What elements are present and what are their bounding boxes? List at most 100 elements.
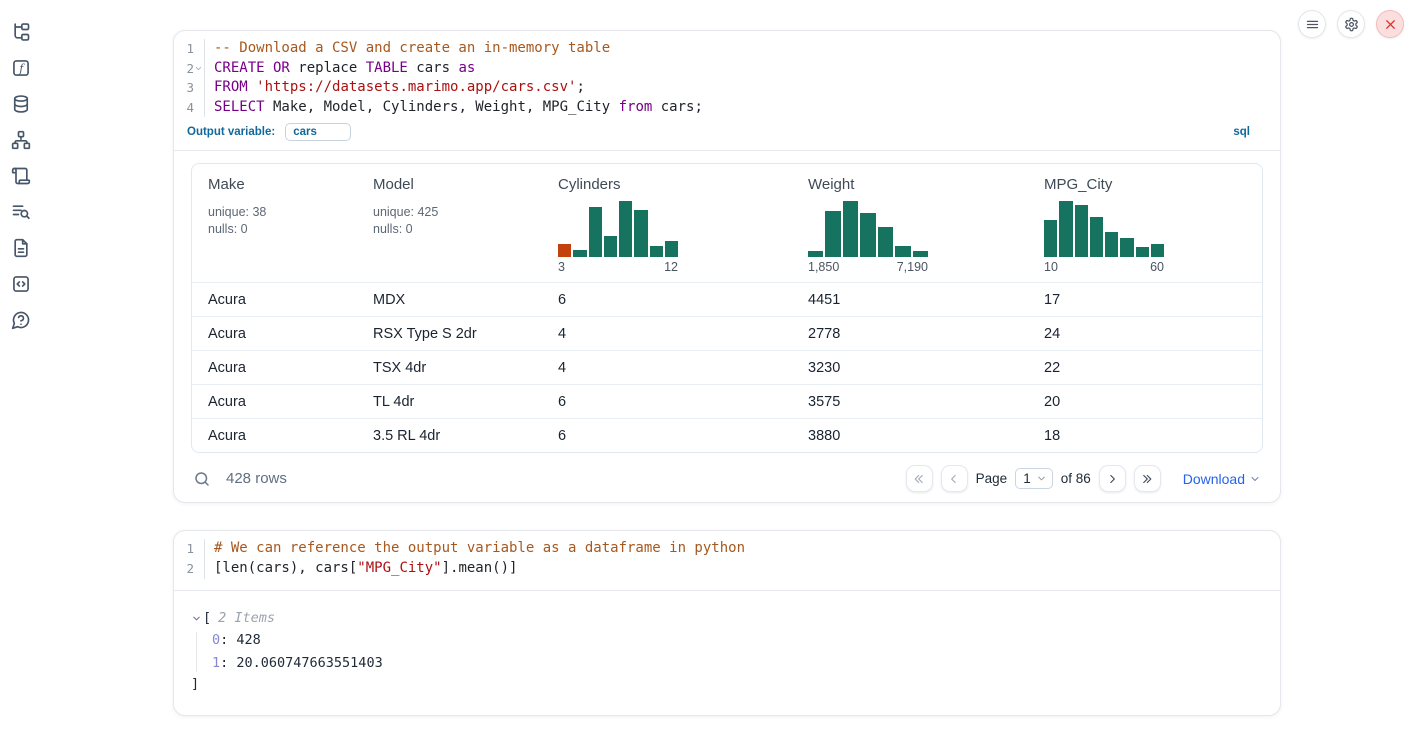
code-line: 2[len(cars), cars["MPG_City"].mean()] <box>174 559 1280 579</box>
histogram-bar <box>634 210 647 257</box>
menu-button[interactable] <box>1298 10 1326 38</box>
search-icon <box>193 470 211 488</box>
search-icon[interactable] <box>193 470 211 488</box>
snippets-icon <box>11 274 31 294</box>
histogram-bar <box>589 207 602 257</box>
line-number: 2 <box>174 59 205 79</box>
shutdown-icon <box>1383 17 1398 32</box>
fold-spacer <box>194 103 204 113</box>
histogram-bar <box>913 251 928 258</box>
column-stats: unique: 425nulls: 0 <box>373 204 542 238</box>
column-name: Cylinders <box>558 176 792 193</box>
download-button[interactable]: Download <box>1183 471 1261 487</box>
output-variable-input[interactable]: cars <box>285 123 351 141</box>
row-count: 428 rows <box>226 470 287 487</box>
table-cell: 3880 <box>792 428 1028 444</box>
data-table: Makeunique: 38nulls: 0 Model unique: 425nu… <box>191 163 1263 453</box>
dependency-graph-icon <box>11 130 31 150</box>
histogram-bar <box>1120 238 1133 257</box>
python-code-editor[interactable]: 1# We can reference the output variable … <box>174 531 1280 590</box>
histogram-bar <box>573 250 586 258</box>
functions-icon: f <box>11 58 31 78</box>
line-number: 2 <box>174 559 205 579</box>
column-stats: unique: 38nulls: 0 <box>208 204 357 238</box>
code-text: -- Download a CSV and create an in-memor… <box>205 39 610 59</box>
column-name: Model <box>373 176 542 193</box>
sidebar-item-dependency-graph[interactable] <box>11 130 31 150</box>
page-select[interactable]: 1 <box>1015 468 1053 489</box>
histogram-bar <box>808 251 823 258</box>
first-page-button[interactable] <box>906 465 933 492</box>
table-cell: 3230 <box>792 360 1028 376</box>
table-cell: TSX 4dr <box>357 360 542 376</box>
fold-spacer <box>194 44 204 54</box>
histogram-bar <box>1090 217 1103 258</box>
table-cell: 4 <box>542 360 792 376</box>
next-page-button[interactable] <box>1099 465 1126 492</box>
table-cell: 4 <box>542 326 792 342</box>
table-cell: 17 <box>1028 292 1262 308</box>
table-footer: 428 rows Page 1 of 86 Download <box>191 465 1263 492</box>
table-cell: 18 <box>1028 428 1262 444</box>
code-text: FROM 'https://datasets.marimo.app/cars.c… <box>205 78 585 98</box>
sql-cell: 1 -- Download a CSV and create an in-memo… <box>173 30 1281 503</box>
sidebar-item-help[interactable] <box>11 310 31 330</box>
sidebar-item-snippets[interactable] <box>11 274 31 294</box>
table-cell: 6 <box>542 292 792 308</box>
histogram-bar <box>1136 247 1149 257</box>
list-item: 1: 20.060747663551403 <box>212 655 1263 672</box>
table-cell: Acura <box>192 292 357 308</box>
fold-icon[interactable] <box>194 63 204 73</box>
collapse-icon[interactable] <box>191 612 203 624</box>
histogram-bar <box>1151 244 1164 257</box>
histogram-min-label: 10 <box>1044 260 1058 274</box>
sql-cell-output: Makeunique: 38nulls: 0 Model unique: 425nu… <box>174 151 1280 502</box>
column-header-make[interactable]: Makeunique: 38nulls: 0 <box>192 164 357 282</box>
code-text: [len(cars), cars["MPG_City"].mean()] <box>205 559 517 579</box>
table-cell: 20 <box>1028 394 1262 410</box>
sql-code-editor[interactable]: 1-- Download a CSV and create an in-memo… <box>174 31 1280 151</box>
python-cell: 1# We can reference the output variable … <box>173 530 1281 715</box>
page-total: of 86 <box>1061 471 1091 486</box>
fold-spacer <box>194 544 204 554</box>
sidebar-item-file-tree[interactable] <box>11 22 31 42</box>
column-histogram: 312 <box>558 201 678 274</box>
column-header-cylinders[interactable]: Cylinders 312 <box>542 164 792 282</box>
list-item: 0: 428 <box>212 632 1263 649</box>
histogram-bar <box>558 244 571 257</box>
shutdown-button[interactable] <box>1376 10 1404 38</box>
sidebar-item-documentation[interactable] <box>11 238 31 258</box>
chevron-right-icon <box>1105 472 1119 486</box>
prev-page-button[interactable] <box>941 465 968 492</box>
histogram-bar <box>619 201 632 257</box>
column-histogram: 1,8507,190 <box>808 201 928 274</box>
last-page-button[interactable] <box>1134 465 1161 492</box>
file-tree-icon <box>11 22 31 42</box>
settings-icon <box>1344 17 1359 32</box>
table-cell: MDX <box>357 292 542 308</box>
code-text: CREATE OR replace TABLE cars as <box>205 59 475 79</box>
code-line: 2CREATE OR replace TABLE cars as <box>174 59 1280 79</box>
histogram-bar <box>895 246 910 257</box>
sidebar-item-database[interactable] <box>11 94 31 114</box>
table-cell: 6 <box>542 428 792 444</box>
fold-spacer <box>194 564 204 574</box>
column-header-mpg_city[interactable]: MPG_City1060 <box>1028 164 1262 282</box>
sidebar-item-logs[interactable] <box>11 202 31 222</box>
language-badge[interactable]: sql <box>1233 126 1250 138</box>
tree-item-value: : 20.060747663551403 <box>220 655 383 671</box>
sidebar-item-functions[interactable]: f <box>11 58 31 78</box>
code-line: 1-- Download a CSV and create an in-memo… <box>174 39 1280 59</box>
editor-footer: Output variable: cars sql <box>174 117 1280 150</box>
histogram-bar <box>1044 220 1057 258</box>
settings-button[interactable] <box>1337 10 1365 38</box>
code-text: # We can reference the output variable a… <box>205 539 745 559</box>
column-header-weight[interactable]: Weight1,8507,190 <box>792 164 1028 282</box>
chevron-down-icon <box>1036 473 1047 484</box>
svg-text:f: f <box>18 62 25 75</box>
column-header-model[interactable]: Model unique: 425nulls: 0 <box>357 164 542 282</box>
sidebar-item-scratchpad[interactable] <box>11 166 31 186</box>
column-name: MPG_City <box>1044 176 1262 193</box>
table-cell: Acura <box>192 428 357 444</box>
histogram-bar <box>1059 201 1072 257</box>
